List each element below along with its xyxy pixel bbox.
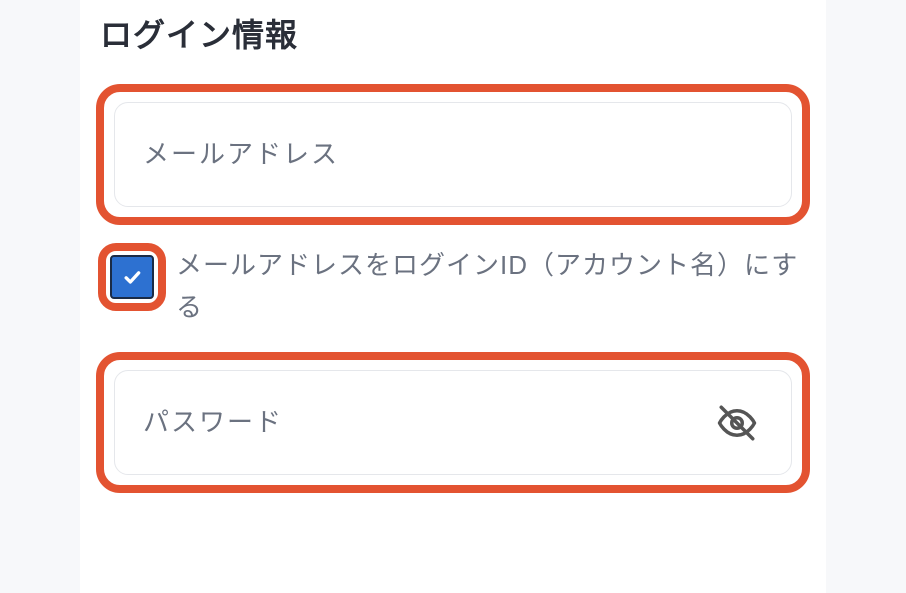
- password-input[interactable]: [114, 370, 792, 475]
- section-title: ログイン情報: [100, 10, 810, 56]
- email-input[interactable]: [114, 102, 792, 207]
- use-email-as-login-row: メールアドレスをログインID（アカウント名）にする: [96, 243, 810, 328]
- use-email-as-login-label: メールアドレスをログインID（アカウント名）にする: [176, 245, 810, 328]
- password-field-highlight: [96, 352, 810, 493]
- use-email-as-login-checkbox[interactable]: [110, 255, 154, 299]
- checkbox-highlight: [98, 243, 166, 311]
- toggle-password-visibility-icon[interactable]: [716, 402, 758, 444]
- email-field-highlight: [96, 84, 810, 225]
- check-icon: [122, 267, 142, 287]
- login-info-panel: ログイン情報 メールアドレスをログインID（アカウント名）にする: [80, 0, 826, 593]
